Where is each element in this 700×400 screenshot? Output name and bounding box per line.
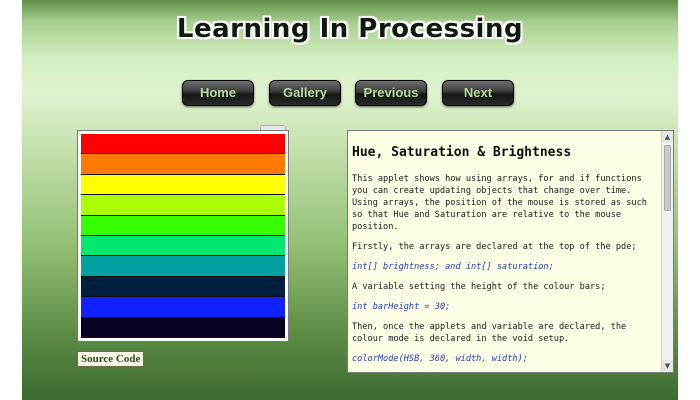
code-snippet: int barHeight = 30; <box>352 302 451 312</box>
color-bar <box>81 276 285 298</box>
color-bar <box>81 297 285 318</box>
color-bar <box>81 256 285 277</box>
color-bar <box>81 134 285 155</box>
color-bar <box>81 215 285 236</box>
code-snippet: int[] brightness; and int[] saturation; <box>352 262 554 272</box>
nav-next-button[interactable]: Next <box>442 80 514 106</box>
site-title: Learning In Processing <box>176 14 524 44</box>
article-paragraph: This applet shows how using arrays, for … <box>352 174 647 232</box>
page-background: Learning In Processing Home Gallery Prev… <box>22 0 678 400</box>
code-snippet: colorMode(HSB, 360, width, width); <box>352 354 528 364</box>
nav-gallery-button[interactable]: Gallery <box>269 80 341 106</box>
nav-home-button[interactable]: Home <box>182 80 254 106</box>
color-bar <box>81 154 285 175</box>
color-bar <box>81 236 285 257</box>
processing-applet[interactable] <box>81 134 285 338</box>
applet-frame <box>77 130 289 342</box>
source-code-link[interactable]: Source Code <box>77 351 145 367</box>
color-bar <box>81 174 285 196</box>
scroll-down-arrow-icon[interactable]: ▼ <box>662 360 673 372</box>
article-paragraph: Firstly, the arrays are declared at the … <box>352 242 637 252</box>
article-panel: Hue, Saturation & Brightness This applet… <box>347 130 674 373</box>
scroll-up-arrow-icon[interactable]: ▲ <box>662 131 673 143</box>
scroll-thumb[interactable] <box>664 145 671 211</box>
article-content: Hue, Saturation & Brightness This applet… <box>348 131 661 372</box>
article-scrollbar[interactable]: ▲ ▼ <box>661 131 673 372</box>
article-paragraph: A variable setting the height of the col… <box>352 282 606 292</box>
nav-previous-button[interactable]: Previous <box>355 80 427 106</box>
article-paragraph: Then, once the applets and variable are … <box>352 322 627 344</box>
color-bar <box>81 195 285 216</box>
color-bar <box>81 317 285 338</box>
article-title: Hue, Saturation & Brightness <box>352 145 572 160</box>
